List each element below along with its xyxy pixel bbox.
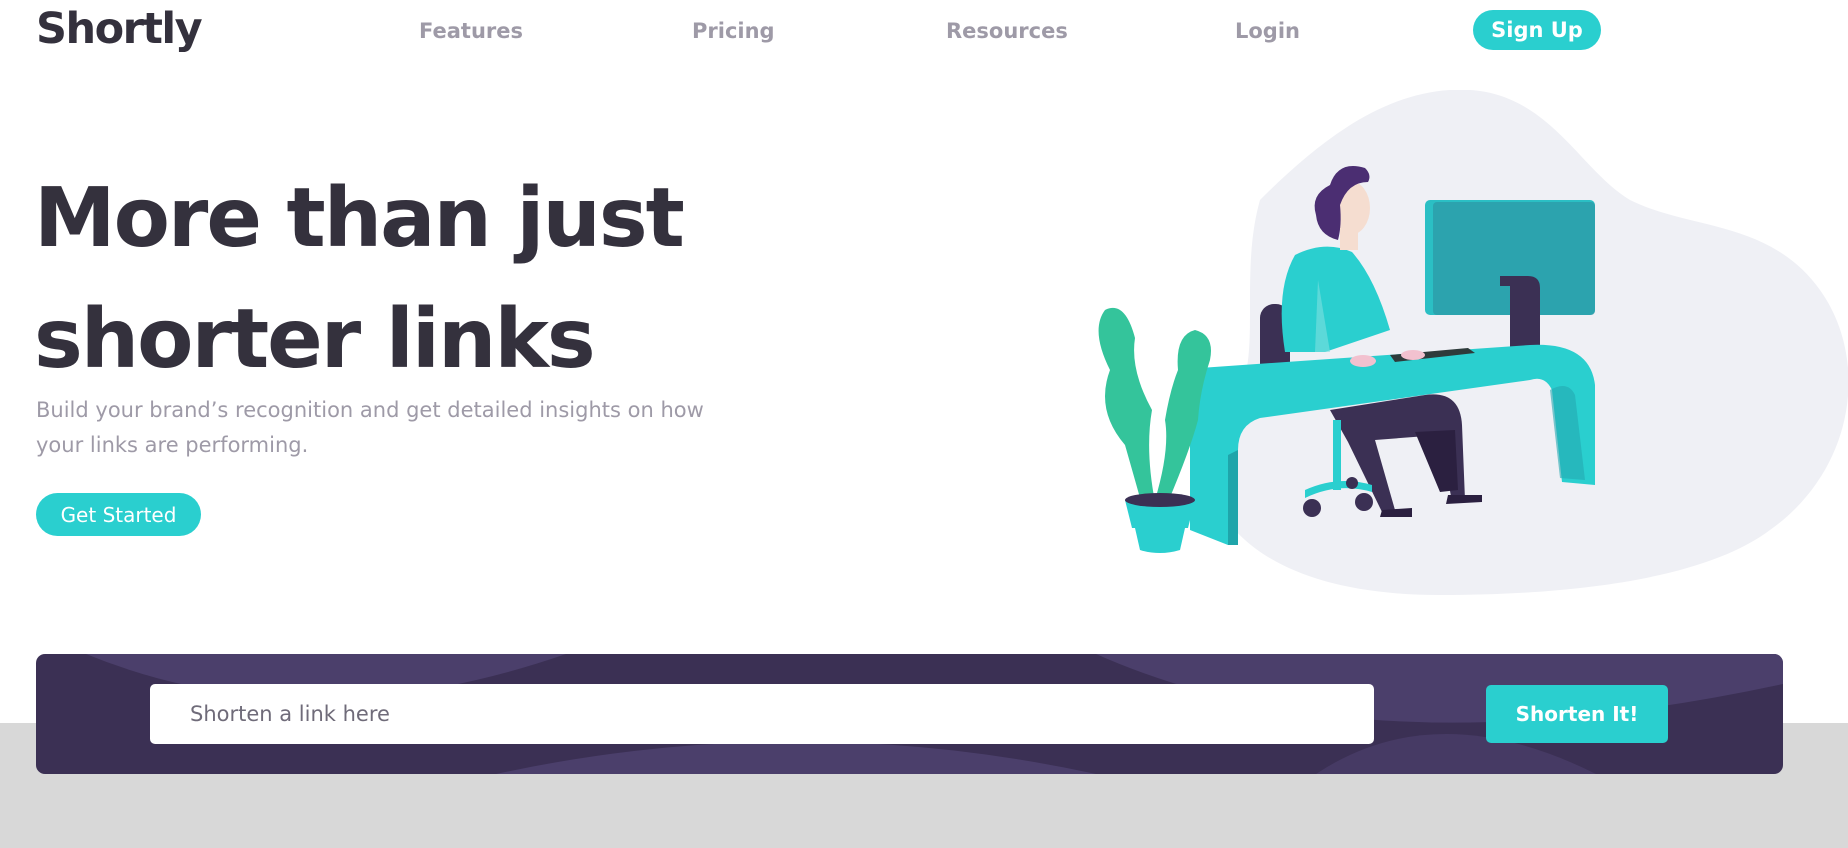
nav-link-features[interactable]: Features xyxy=(419,19,523,43)
chair-stem xyxy=(1333,420,1341,490)
get-started-button[interactable]: Get Started xyxy=(36,493,201,536)
nav-link-pricing[interactable]: Pricing xyxy=(692,19,775,43)
chair-wheel xyxy=(1303,499,1321,517)
hero-subtitle: Build your brand’s recognition and get d… xyxy=(36,398,704,457)
hero-title: More than just shorter links xyxy=(34,171,685,387)
person-working-illustration xyxy=(1098,90,1848,595)
shorten-it-button[interactable]: Shorten It! xyxy=(1486,685,1668,743)
brand-logo[interactable]: Shortly xyxy=(36,4,203,54)
plant-leaf xyxy=(1098,307,1155,505)
nav-link-login[interactable]: Login xyxy=(1235,19,1300,43)
shorten-panel: Shorten It! xyxy=(36,654,1783,774)
shorten-link-input[interactable] xyxy=(150,684,1374,744)
sign-up-button[interactable]: Sign Up xyxy=(1473,10,1601,50)
nav-link-resources[interactable]: Resources xyxy=(946,19,1068,43)
